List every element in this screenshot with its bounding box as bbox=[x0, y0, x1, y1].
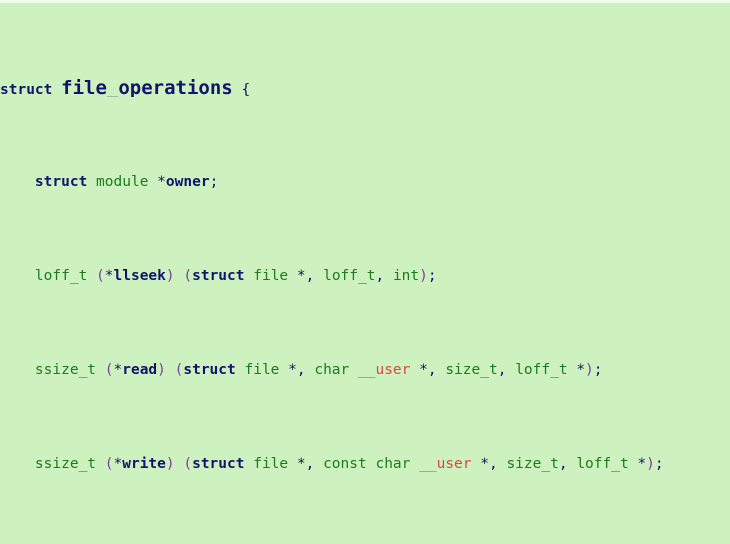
code-viewer: struct file_operations { struct module *… bbox=[0, 0, 730, 544]
code-line: ssize_t (*read) (struct file *, char __u… bbox=[34, 362, 603, 378]
code-line: loff_t (*llseek) (struct file *, loff_t,… bbox=[34, 268, 437, 284]
token-struct-name: file_operations bbox=[61, 79, 233, 97]
token-keyword: struct bbox=[0, 82, 53, 97]
code-listing: struct file_operations { struct module *… bbox=[0, 3, 730, 544]
code-line: struct file_operations { bbox=[0, 79, 730, 97]
code-line: ssize_t (*write) (struct file *, const c… bbox=[34, 456, 664, 472]
token-brace: { bbox=[241, 82, 251, 97]
code-line: struct module *owner; bbox=[34, 174, 219, 190]
